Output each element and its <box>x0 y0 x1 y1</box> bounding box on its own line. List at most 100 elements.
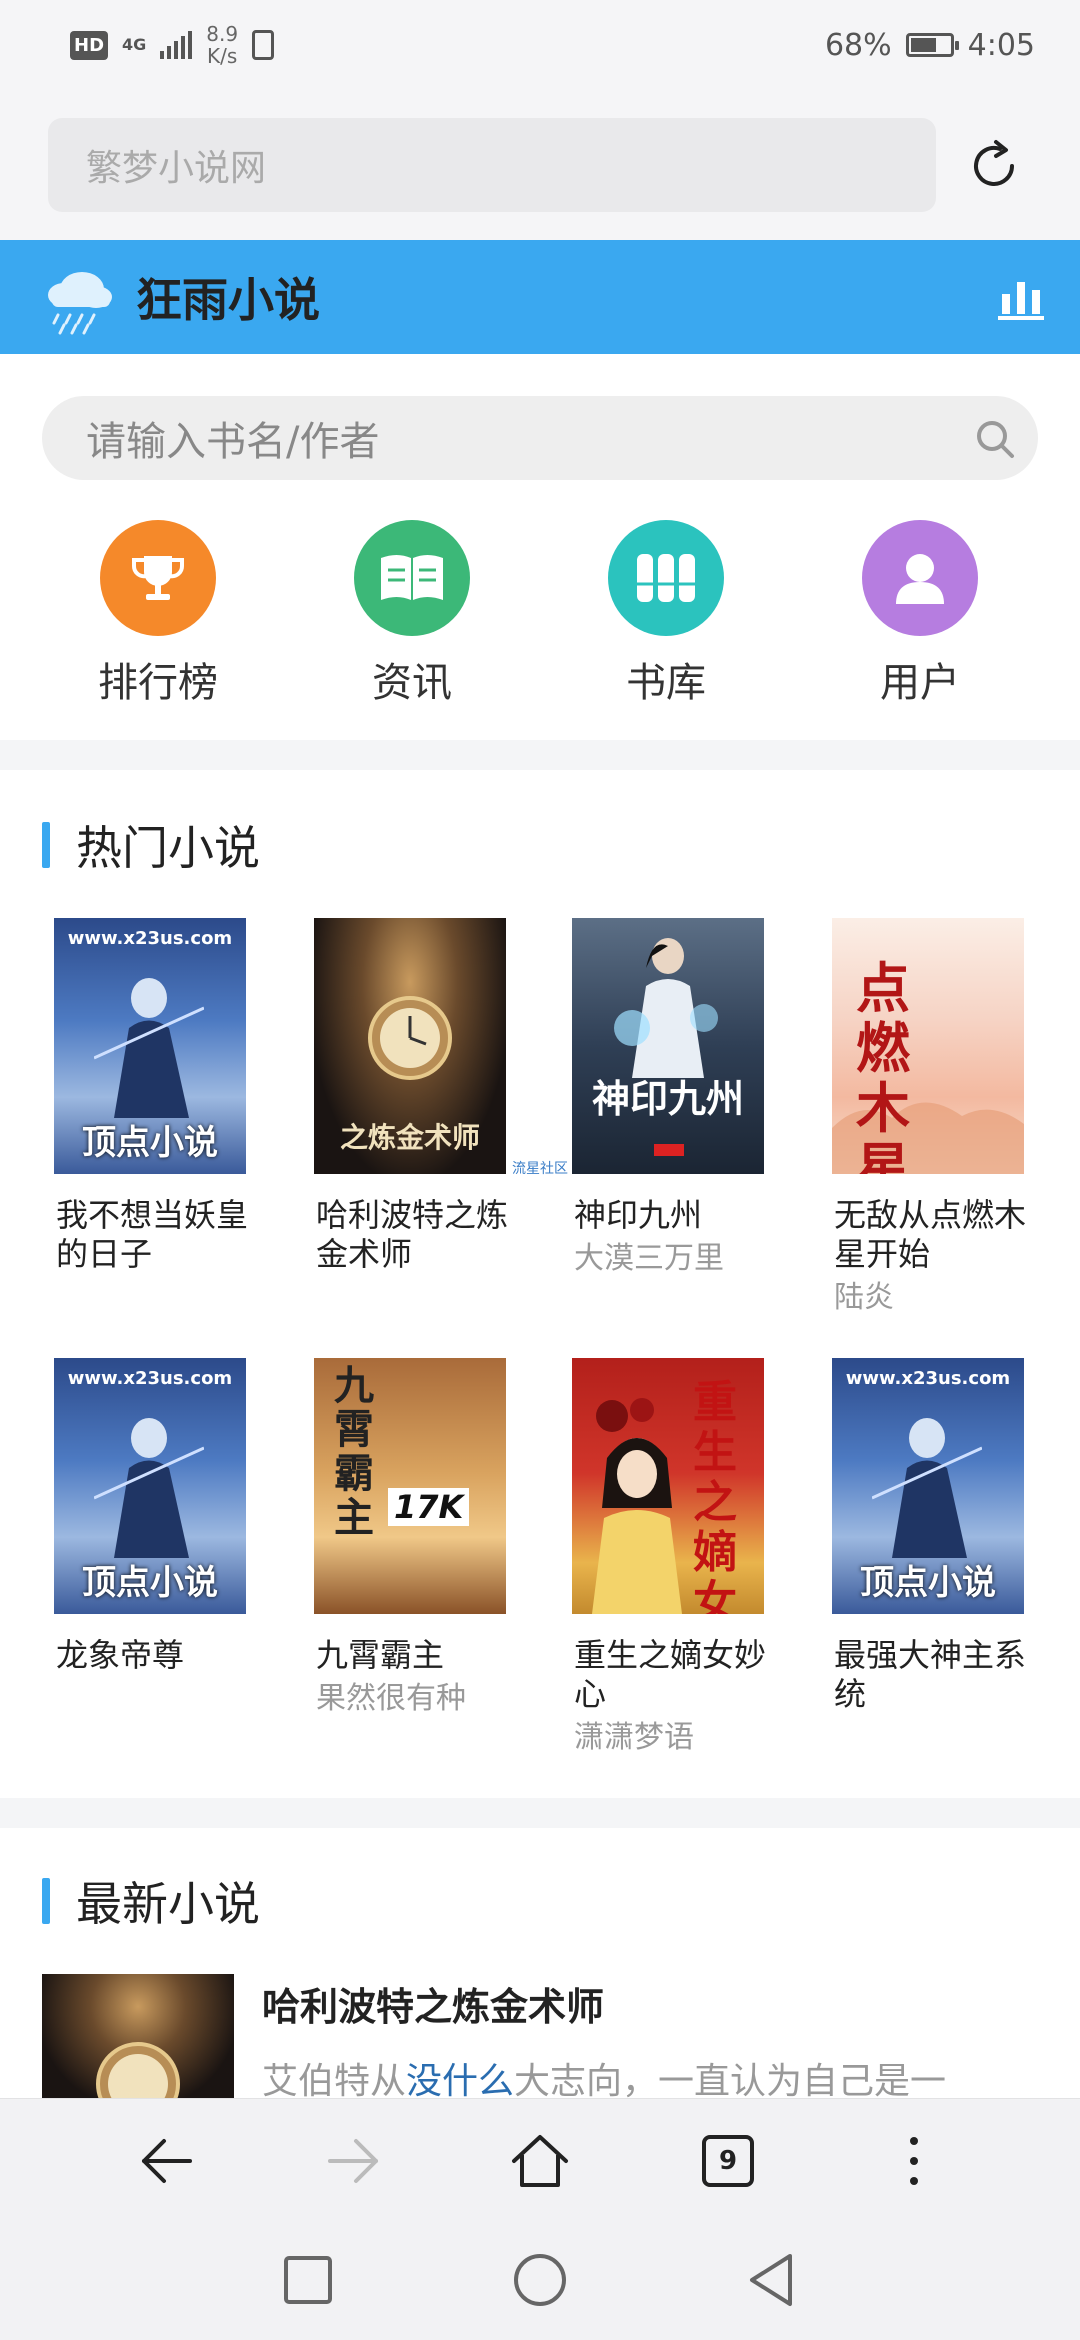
back-triangle-icon[interactable] <box>742 2250 802 2310</box>
site-title[interactable]: 狂雨小说 <box>136 264 320 330</box>
tabs-button[interactable]: 9 <box>696 2129 760 2193</box>
menu-label: 资讯 <box>372 660 452 706</box>
book-author[interactable]: 大漠三万里 <box>574 1239 770 1279</box>
book-title[interactable]: 最强大神主系统 <box>834 1636 1030 1714</box>
book-author[interactable]: 果然很有种 <box>316 1679 512 1719</box>
more-vertical-icon <box>910 2137 918 2185</box>
browser-toolbar: 繁梦小说网 <box>0 90 1080 240</box>
section-title: 最新小说 <box>76 1877 260 1931</box>
section-divider <box>0 740 1080 770</box>
cover-badge: 17K <box>388 1488 470 1526</box>
network-speed: 8.9 K/s <box>206 23 238 67</box>
site-header: 狂雨小说 <box>0 240 1080 354</box>
book-card[interactable]: 神印九州 神印九州 大漠三万里 <box>560 918 770 1279</box>
desc-link[interactable]: 没什么 <box>406 2061 514 2102</box>
book-title[interactable]: 神印九州 <box>574 1196 770 1235</box>
menu-news[interactable]: 资讯 <box>312 520 512 708</box>
book-cover[interactable]: www.x23us.com 顶点小说 <box>54 918 246 1174</box>
trophy-icon <box>100 520 216 636</box>
book-open-icon <box>354 520 470 636</box>
user-icon <box>862 520 978 636</box>
arrow-left-icon <box>142 2139 192 2183</box>
latest-section-header: 最新小说 <box>42 1868 260 1934</box>
cover-title: 神印九州 <box>591 1076 744 1121</box>
cover-title: 顶点小说 <box>860 1563 996 1603</box>
desc-text: 艾伯特从 <box>262 2061 407 2102</box>
menu-label: 书库 <box>626 660 706 706</box>
book-cover[interactable]: www.x23us.com 顶点小说 <box>54 1358 246 1614</box>
tab-count: 9 <box>702 2135 754 2187</box>
forward-button[interactable] <box>322 2129 386 2193</box>
cover-title: 顶点小说 <box>82 1563 218 1603</box>
back-button[interactable] <box>134 2129 198 2193</box>
cover-site: www.x23us.com <box>67 1368 233 1389</box>
book-cover[interactable]: 九霄霸主 17K <box>314 1358 506 1614</box>
book-card[interactable]: 点燃木星 无敌从点燃木星开始 陆炎 <box>820 918 1030 1318</box>
book-title[interactable]: 九霄霸主 <box>316 1636 512 1675</box>
speed-unit: K/s <box>207 44 238 68</box>
book-title[interactable]: 我不想当妖皇的日子 <box>56 1196 252 1274</box>
search-icon[interactable] <box>972 416 1018 462</box>
book-author[interactable]: 陆炎 <box>834 1278 1030 1318</box>
menu-button[interactable] <box>882 2129 946 2193</box>
book-card[interactable]: 九霄霸主 17K 九霄霸主 果然很有种 <box>302 1358 512 1719</box>
book-cover[interactable]: 重生之嫡女 <box>572 1358 764 1614</box>
section-accent-bar <box>42 822 50 868</box>
cover-title: 点燃木星 <box>856 956 910 1174</box>
hd-badge: HD <box>70 30 109 60</box>
battery-percent: 68% <box>824 27 892 63</box>
recents-square-icon[interactable] <box>278 2250 338 2310</box>
address-bar[interactable]: 繁梦小说网 <box>48 118 936 212</box>
book-card[interactable]: www.x23us.com 顶点小说 龙象帝尊 <box>42 1358 252 1675</box>
latest-book-cover[interactable] <box>42 1974 234 2104</box>
rain-cloud-logo-icon[interactable] <box>42 259 118 335</box>
browser-bottom-bar: 9 <box>0 2098 1080 2220</box>
book-card[interactable]: 之炼金术师 流星社区 哈利波特之炼金术师 <box>302 918 568 1274</box>
menu-label: 排行榜 <box>98 660 218 706</box>
library-icon <box>608 520 724 636</box>
status-right: 68% 4:05 <box>825 28 1035 63</box>
home-circle-icon[interactable] <box>510 2250 570 2310</box>
cover-title: 顶点小说 <box>82 1123 218 1163</box>
section-accent-bar <box>42 1878 50 1924</box>
battery-icon <box>905 33 959 57</box>
book-title[interactable]: 龙象帝尊 <box>56 1636 252 1675</box>
system-nav-bar <box>0 2220 1080 2340</box>
cover-title: 重生之嫡女 <box>693 1377 737 1615</box>
ranking-chart-icon[interactable] <box>998 274 1044 320</box>
cover-title: 之炼金术师 <box>339 1121 480 1154</box>
book-cover[interactable]: 点燃木星 <box>832 918 1024 1174</box>
book-title[interactable]: 哈利波特之炼金术师 <box>316 1196 512 1274</box>
book-cover[interactable]: 之炼金术师 <box>314 918 506 1174</box>
quick-menu: 排行榜 资讯 书库 用户 <box>0 520 1080 706</box>
status-bar: HD 4G 8.9 K/s 68% 4:05 <box>0 0 1080 90</box>
cover-site: www.x23us.com <box>845 1368 1011 1389</box>
cover-title: 九霄霸主 <box>334 1362 374 1541</box>
refresh-icon[interactable] <box>966 138 1022 194</box>
network-type: 4G <box>122 35 147 54</box>
speed-value: 8.9 <box>206 22 239 46</box>
arrow-right-icon <box>328 2139 378 2183</box>
book-cover[interactable]: www.x23us.com 顶点小说 <box>832 1358 1024 1614</box>
status-left: HD 4G 8.9 K/s <box>70 23 275 67</box>
menu-label: 用户 <box>880 660 960 706</box>
home-button[interactable] <box>508 2129 572 2193</box>
book-title[interactable]: 重生之嫡女妙心 <box>574 1636 770 1714</box>
menu-library[interactable]: 书库 <box>566 520 766 708</box>
book-card[interactable]: 重生之嫡女 重生之嫡女妙心 潇潇梦语 <box>560 1358 770 1758</box>
desc-text: 大志向，一直认为自己是一 <box>514 2061 947 2102</box>
book-card[interactable]: www.x23us.com 顶点小说 我不想当妖皇的日子 <box>42 918 252 1274</box>
latest-book-title[interactable]: 哈利波特之炼金术师 <box>262 1976 604 2031</box>
book-card[interactable]: www.x23us.com 顶点小说 最强大神主系统 <box>820 1358 1030 1714</box>
book-cover[interactable]: 神印九州 <box>572 918 764 1174</box>
vibrate-icon <box>252 30 275 60</box>
home-icon <box>512 2135 568 2187</box>
battery-fill <box>910 38 937 52</box>
book-title[interactable]: 无敌从点燃木星开始 <box>834 1196 1030 1274</box>
hot-section-header: 热门小说 <box>42 812 260 878</box>
book-author[interactable]: 潇潇梦语 <box>574 1718 770 1758</box>
section-divider <box>0 1798 1080 1828</box>
menu-user[interactable]: 用户 <box>820 520 1020 708</box>
menu-ranking[interactable]: 排行榜 <box>58 520 258 708</box>
search-input[interactable]: 请输入书名/作者 <box>42 396 1038 480</box>
